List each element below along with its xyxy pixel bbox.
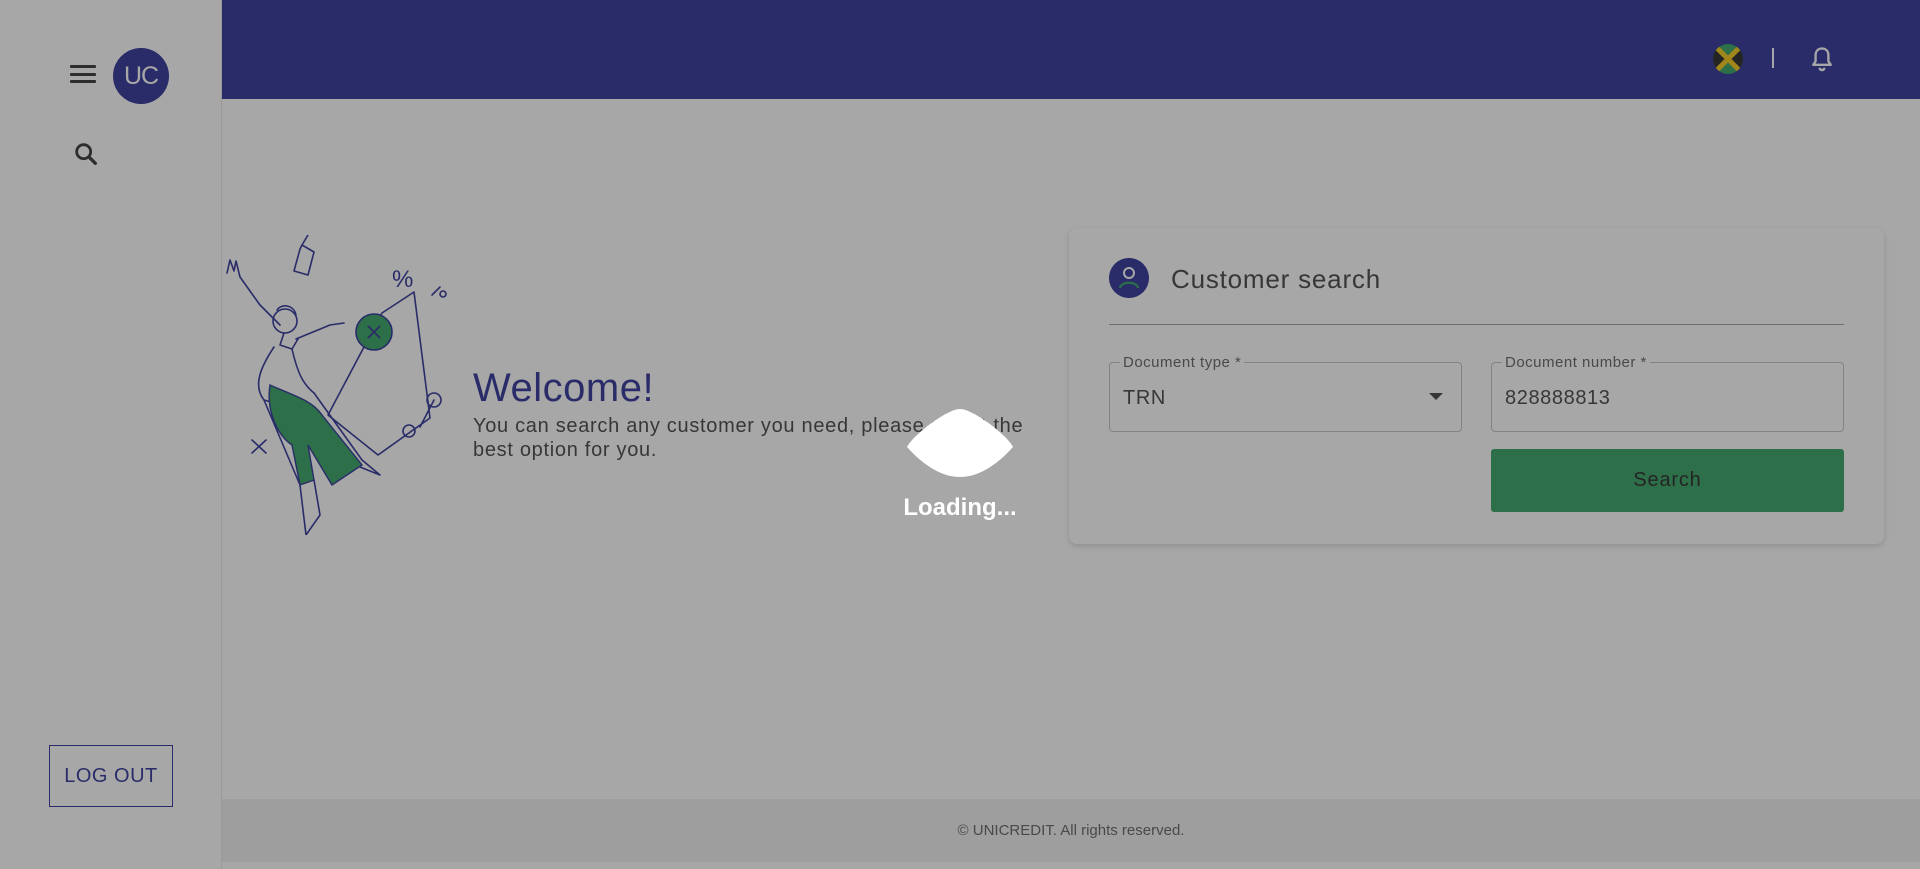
loading-text: Loading... bbox=[903, 494, 1017, 521]
loading-spinner-icon bbox=[907, 409, 1013, 477]
